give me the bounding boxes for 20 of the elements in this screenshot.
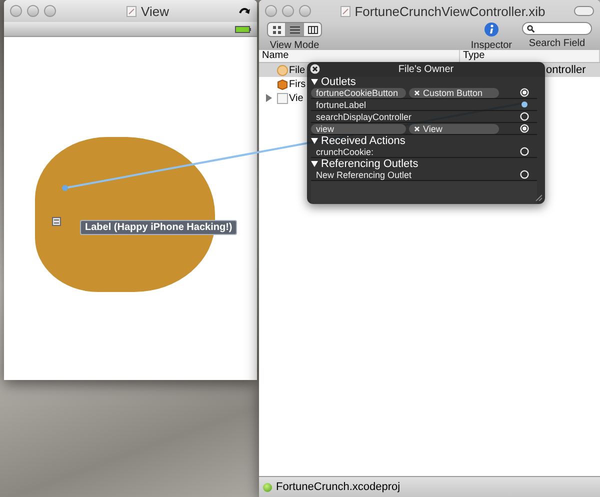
toolbar-label: View Mode: [270, 40, 320, 51]
table-cell: Firs: [289, 78, 306, 90]
outlet-name: fortuneLabel: [315, 100, 368, 110]
table-cell: ontroller: [546, 64, 586, 76]
toolbar-label: Inspector: [470, 40, 512, 51]
toolbar-label: Search Field: [528, 38, 586, 49]
outlet-name: crunchCookie:: [315, 146, 375, 156]
outlet-name: searchDisplayController: [315, 112, 413, 122]
table-cell: Vie: [289, 92, 304, 104]
section-header: Outlets: [321, 76, 356, 88]
window-title: View: [141, 4, 169, 18]
project-name: FortuneCrunch.xcodeproj: [276, 481, 400, 493]
section-header: Referencing Outlets: [321, 158, 418, 170]
table-cell: File: [289, 64, 306, 76]
outlet-name: view: [311, 124, 406, 134]
outlet-name: New Referencing Outlet: [315, 170, 413, 180]
section-header: Received Actions: [321, 134, 406, 146]
outlet-name: fortuneCookieButton: [311, 88, 406, 98]
panel-title: File's Owner: [398, 64, 454, 74]
window-title: FortuneCrunchViewController.xib: [354, 4, 546, 18]
